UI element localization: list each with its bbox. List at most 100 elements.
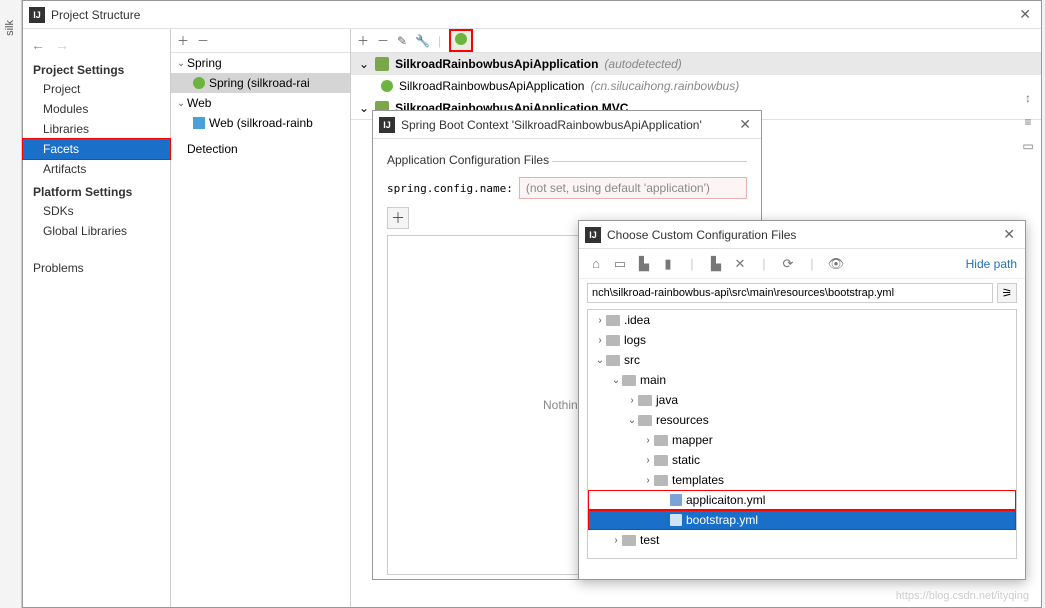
sidebar-facets[interactable]: Facets (22, 138, 171, 160)
web-icon (193, 117, 205, 129)
sidebar-global-libraries[interactable]: Global Libraries (23, 221, 170, 241)
module-icon[interactable]: ▮ (659, 256, 677, 272)
tree-main[interactable]: ⌄main (588, 370, 1016, 390)
add-icon[interactable]: ＋ (177, 32, 189, 49)
tree-resources[interactable]: ⌄resources (588, 410, 1016, 430)
nav-back-forward: ← → (23, 33, 170, 57)
hide-path-link[interactable]: Hide path (966, 257, 1017, 271)
config-name-row: spring.config.name: (not set, using defa… (387, 177, 747, 199)
app-row-child[interactable]: SilkroadRainbowbusApiApplication (cn.sil… (351, 75, 1041, 97)
separator: | (755, 256, 773, 271)
app-hint: (autodetected) (604, 57, 681, 71)
sidebar-artifacts[interactable]: Artifacts (23, 159, 170, 179)
sidebar-modules[interactable]: Modules (23, 99, 170, 119)
tree-web-child[interactable]: Web (silkroad-rainb (171, 113, 350, 133)
yml-icon (670, 494, 682, 506)
sidebar-sdks[interactable]: SDKs (23, 201, 170, 221)
folder-icon (622, 535, 636, 546)
intellij-icon: IJ (379, 117, 395, 133)
choose-files-dialog: IJ Choose Custom Configuration Files ✕ ⌂… (578, 220, 1026, 580)
folder-icon (638, 395, 652, 406)
filter-icon[interactable]: ≡ (1019, 113, 1037, 131)
tree-static[interactable]: ›static (588, 450, 1016, 470)
back-arrow-icon[interactable]: ← (31, 37, 45, 53)
tree-web[interactable]: ⌄ Web (171, 93, 350, 113)
right-tool-strip: ↕ ≡ ▭ (1019, 89, 1037, 155)
add-icon[interactable]: ＋ (357, 32, 369, 49)
tree-idea[interactable]: ›.idea (588, 310, 1016, 330)
sidebar-libraries[interactable]: Libraries (23, 119, 170, 139)
newfolder-icon[interactable]: ▙ (707, 256, 725, 272)
folder-icon (654, 435, 668, 446)
delete-icon[interactable]: ✕ (731, 256, 749, 272)
add-file-button[interactable]: ＋ (387, 207, 409, 229)
folder-icon (654, 455, 668, 466)
folder-icon (606, 315, 620, 326)
watermark: https://blog.csdn.net/ityqing (896, 590, 1029, 602)
project-icon[interactable]: ▙ (635, 256, 653, 272)
show-hidden-icon[interactable]: 👁 (827, 256, 845, 272)
choose-toolbar: ⌂ ▭ ▙ ▮ | ▙ ✕ | ⟳ | 👁 Hide path (579, 249, 1025, 279)
separator: | (683, 256, 701, 271)
tree-spring-child[interactable]: Spring (silkroad-rai (171, 73, 350, 93)
choose-title: Choose Custom Configuration Files (607, 228, 999, 242)
tree-file-bootstrap[interactable]: bootstrap.yml (588, 510, 1016, 530)
ide-left-gutter: silk (0, 0, 22, 608)
spring-icon (381, 80, 393, 92)
gutter-tab[interactable]: silk (4, 20, 16, 36)
folder-icon (654, 475, 668, 486)
chevron-down-icon: ⌄ (359, 101, 369, 115)
section-platform-settings: Platform Settings (23, 179, 170, 201)
close-icon[interactable]: ✕ (735, 116, 755, 133)
path-row: nch\silkroad-rainbowbus-api\src\main\res… (579, 279, 1025, 307)
tree-templates[interactable]: ›templates (588, 470, 1016, 490)
ps-titlebar[interactable]: IJ Project Structure ✕ (23, 1, 1041, 29)
yml-icon (670, 514, 682, 526)
refresh-icon[interactable]: ⟳ (779, 256, 797, 272)
close-icon[interactable]: ✕ (999, 226, 1019, 243)
app-name: SilkroadRainbowbusApiApplication (399, 79, 584, 93)
intellij-icon: IJ (585, 227, 601, 243)
spring-icon (193, 77, 205, 89)
ps-sidebar: ← → Project Settings Project Modules Lib… (23, 29, 171, 607)
tree-mapper[interactable]: ›mapper (588, 430, 1016, 450)
separator: | (438, 34, 441, 48)
tree-logs[interactable]: ›logs (588, 330, 1016, 350)
path-input[interactable]: nch\silkroad-rainbowbus-api\src\main\res… (587, 283, 993, 303)
folder-icon (606, 335, 620, 346)
remove-icon[interactable]: － (377, 32, 389, 49)
chevron-down-icon: ⌄ (175, 58, 187, 69)
chevron-down-icon: ⌄ (175, 98, 187, 109)
remove-icon[interactable]: － (197, 32, 209, 49)
tree-detection[interactable]: Detection (171, 139, 350, 159)
file-tree[interactable]: ›.idea ›logs ⌄src ⌄main ›java ⌄resources… (587, 309, 1017, 559)
sort-icon[interactable]: ↕ (1019, 89, 1037, 107)
sidebar-problems[interactable]: Problems (23, 255, 170, 277)
folder-icon (638, 415, 652, 426)
config-value-input[interactable]: (not set, using default 'application') (519, 177, 747, 199)
sidebar-project[interactable]: Project (23, 79, 170, 99)
close-icon[interactable]: ✕ (1015, 6, 1035, 23)
facets-tree-panel: ＋ － ⌄ Spring Spring (silkroad-rai ⌄ Web … (171, 29, 351, 607)
tree-file-application[interactable]: applicaiton.yml (588, 490, 1016, 510)
desktop-icon[interactable]: ▭ (611, 256, 629, 272)
collapse-icon[interactable]: ▭ (1019, 137, 1037, 155)
tree-toggle-button[interactable]: ⚞ (997, 283, 1017, 303)
forward-arrow-icon[interactable]: → (55, 37, 69, 53)
app-name: SilkroadRainbowbusApiApplication (395, 57, 598, 71)
folder-icon (622, 375, 636, 386)
home-icon[interactable]: ⌂ (587, 256, 605, 271)
edit-icon[interactable]: ✎ (397, 34, 407, 48)
ps-title: Project Structure (51, 8, 1015, 22)
tree-src[interactable]: ⌄src (588, 350, 1016, 370)
ctx-titlebar[interactable]: IJ Spring Boot Context 'SilkroadRainbowb… (373, 111, 761, 139)
ctx-title: Spring Boot Context 'SilkroadRainbowbusA… (401, 118, 735, 132)
tree-spring[interactable]: ⌄ Spring (171, 53, 350, 73)
app-row-root[interactable]: ⌄ SilkroadRainbowbusApiApplication (auto… (351, 53, 1041, 75)
spring-boot-action-icon[interactable] (449, 29, 473, 52)
choose-titlebar[interactable]: IJ Choose Custom Configuration Files ✕ (579, 221, 1025, 249)
wrench-icon[interactable]: 🔧 (415, 34, 430, 48)
leaf-icon (455, 33, 467, 45)
tree-test[interactable]: ›test (588, 530, 1016, 550)
tree-java[interactable]: ›java (588, 390, 1016, 410)
